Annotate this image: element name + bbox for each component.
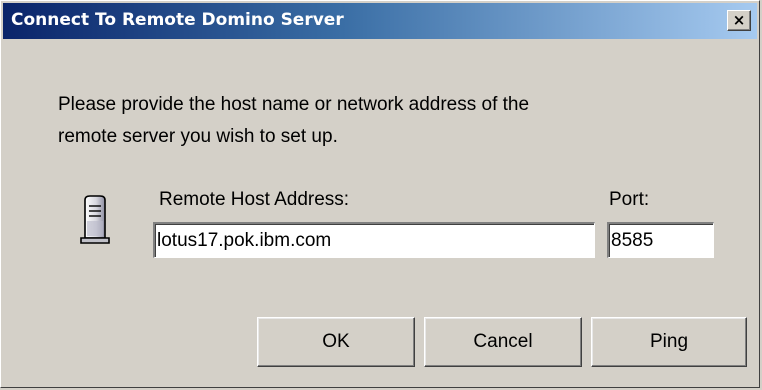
cancel-button[interactable]: Cancel [424,317,582,367]
ok-button[interactable]: OK [257,317,415,367]
title-bar[interactable]: Connect To Remote Domino Server × [3,3,757,39]
close-icon: × [732,11,746,29]
instruction-message: Please provide the host name or network … [58,89,698,153]
window-title: Connect To Remote Domino Server [11,10,344,30]
server-icon [80,195,110,244]
ping-button[interactable]: Ping [591,317,747,367]
instruction-line-1: Please provide the host name or network … [58,94,530,115]
remote-server-dialog: Connect To Remote Domino Server × Please… [0,0,760,388]
remote-host-label: Remote Host Address: [159,189,350,210]
instruction-line-2: remote server you wish to set up. [58,126,338,147]
port-label: Port: [609,189,650,210]
remote-host-input[interactable] [153,222,595,258]
port-input[interactable] [607,222,714,258]
close-button[interactable]: × [727,10,751,31]
